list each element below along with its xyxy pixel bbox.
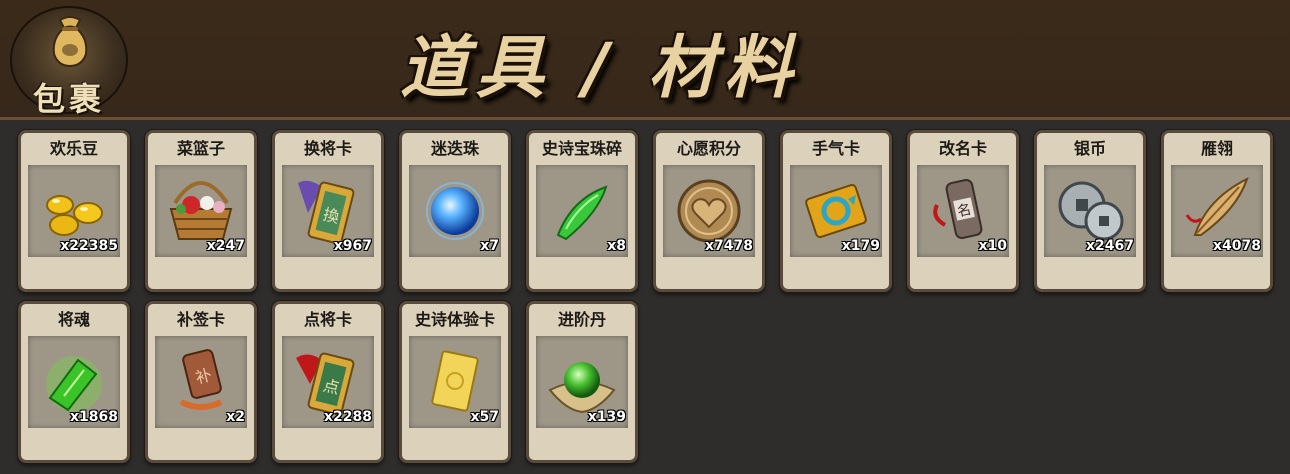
item-slot: 名 x10	[917, 165, 1009, 257]
item-name: 迷迭珠	[430, 139, 479, 158]
item-slot: x8	[536, 165, 628, 257]
item-slot: x179	[790, 165, 882, 257]
item-name: 银币	[1073, 139, 1106, 158]
item-name: 点将卡	[303, 310, 352, 329]
item-name: 将魂	[57, 310, 90, 329]
item-slot: x247	[155, 165, 247, 257]
green-pill-icon	[548, 362, 616, 414]
heart-coin-icon	[677, 179, 741, 243]
item-name: 史诗体验卡	[414, 310, 495, 329]
item-card-dian-jiang-ka[interactable]: 点将卡 点 x2288	[272, 301, 384, 463]
item-slot: x22385	[28, 165, 120, 257]
item-quantity: x2467	[1086, 238, 1134, 254]
item-slot: 补 x2	[155, 336, 247, 428]
item-card-shishi-tiyan-ka[interactable]: 史诗体验卡 x57	[399, 301, 511, 463]
item-slot: x7	[409, 165, 501, 257]
item-card-gaiming-ka[interactable]: 改名卡 名 x10	[907, 130, 1019, 292]
item-quantity: x247	[206, 238, 245, 254]
item-quantity: x179	[841, 238, 880, 254]
feather-quill-icon	[1185, 177, 1249, 236]
item-slot: 換 x967	[282, 165, 374, 257]
item-name: 改名卡	[938, 139, 987, 158]
item-name: 心愿积分	[676, 139, 741, 158]
item-card-yan-ling[interactable]: 雁翎 x4078	[1161, 130, 1273, 292]
silver-coins-icon	[1058, 181, 1124, 241]
item-quantity: x139	[587, 409, 626, 425]
item-name: 进阶丹	[557, 310, 606, 329]
item-card-jiang-hun[interactable]: 将魂 x1868	[18, 301, 130, 463]
item-card-midie-zhu[interactable]: 迷迭珠 x7	[399, 130, 511, 292]
blue-orb-icon	[426, 182, 484, 240]
item-card-yin-bi[interactable]: 银币 x2467	[1034, 130, 1146, 292]
item-quantity: x2288	[324, 409, 372, 425]
green-crystal-icon	[46, 356, 102, 412]
item-quantity: x7	[480, 238, 499, 254]
item-quantity: x7478	[705, 238, 753, 254]
gold-trial-card-icon	[431, 350, 479, 412]
pick-general-card-icon: 点	[296, 352, 355, 416]
makeup-sign-card-icon: 补	[179, 349, 223, 410]
green-shard-icon	[556, 185, 608, 241]
rename-card-icon: 名	[933, 179, 983, 239]
item-quantity: x4078	[1213, 238, 1261, 254]
backpack-logo[interactable]: 包裹	[10, 6, 128, 118]
item-quantity: x1868	[70, 409, 118, 425]
item-quantity: x22385	[60, 238, 118, 254]
item-name: 雁翎	[1200, 139, 1233, 158]
item-card-xinyuan-jifen[interactable]: 心愿积分 x7478	[653, 130, 765, 292]
item-card-huanle-dou[interactable]: 欢乐豆 x22385	[18, 130, 130, 292]
item-quantity: x2	[226, 409, 245, 425]
item-quantity: x967	[333, 238, 372, 254]
item-name: 史诗宝珠碎	[541, 139, 622, 158]
item-card-cai-lanzi[interactable]: 菜篮子 x247	[145, 130, 257, 292]
page-title: 道具 / 材料	[400, 29, 801, 108]
item-name: 欢乐豆	[49, 139, 98, 158]
logo-text: 包裹	[32, 80, 105, 118]
item-slot: x57	[409, 336, 501, 428]
item-card-buqian-ka[interactable]: 补签卡 补 x2	[145, 301, 257, 463]
inventory-header: 包裹 道具 / 材料	[0, 0, 1290, 120]
item-slot: x2467	[1044, 165, 1136, 257]
item-name: 菜篮子	[176, 139, 225, 158]
item-slot: x139	[536, 336, 628, 428]
item-card-jinjie-dan[interactable]: 进阶丹 x139	[526, 301, 638, 463]
item-card-shishi-baozhu-sui[interactable]: 史诗宝珠碎 x8	[526, 130, 638, 292]
item-name: 补签卡	[176, 310, 225, 329]
swap-general-card-icon: 換	[298, 180, 355, 245]
item-name: 手气卡	[811, 139, 860, 158]
luck-card-icon	[805, 183, 867, 239]
item-name: 换将卡	[303, 139, 352, 158]
item-quantity: x57	[470, 409, 499, 425]
gold-beans-icon	[46, 195, 103, 236]
item-quantity: x8	[607, 238, 626, 254]
item-card-huan-jiang-ka[interactable]: 换将卡 換 x967	[272, 130, 384, 292]
item-slot: 点 x2288	[282, 336, 374, 428]
item-slot: x4078	[1171, 165, 1263, 257]
item-slot: x7478	[663, 165, 755, 257]
item-slot: x1868	[28, 336, 120, 428]
item-card-shouqi-ka[interactable]: 手气卡 x179	[780, 130, 892, 292]
bag-icon	[52, 16, 88, 68]
item-quantity: x10	[978, 238, 1007, 254]
flower-basket-icon	[169, 181, 233, 240]
